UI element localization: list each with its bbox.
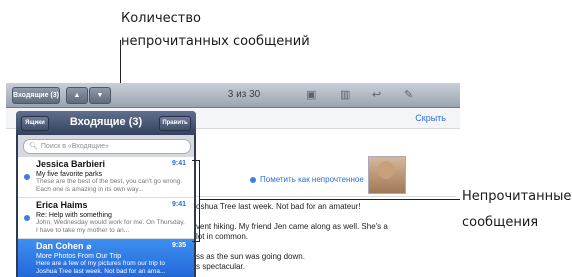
annotation-unread-messages-leader — [200, 199, 460, 200]
annotation-unread-count-line1: Количество — [121, 11, 201, 26]
message-list: Jessica Barbieri 9:41 My five favorite p… — [18, 157, 194, 277]
compose-icon[interactable]: ✎ — [404, 88, 413, 102]
toolbar: Входящие (3) ▲ ▼ 3 из 30 ▣ ▥ ↩ ✎ — [6, 83, 460, 108]
search-icon: 🔍︎ — [29, 143, 38, 150]
message-row[interactable]: Jessica Barbieri 9:41 My five favorite p… — [18, 157, 194, 198]
next-message-button[interactable]: ▼ — [89, 87, 111, 104]
popover-title: Входящие (3) — [69, 116, 143, 128]
hide-link[interactable]: Скрыть — [415, 113, 446, 123]
annotation-unread-count-line2: непрочитанных сообщений — [121, 34, 310, 49]
search-bar: 🔍︎ Поиск в «Входящие» — [18, 135, 194, 157]
unread-bracket-bottom — [192, 241, 200, 242]
message-position: 3 из 30 — [227, 89, 261, 100]
message-sender: Jessica Barbieri — [36, 159, 106, 169]
message-preview: These are the best of the best, you can'… — [36, 178, 183, 193]
annotation-unread-messages-line1: Непрочитанные — [462, 189, 572, 204]
previous-message-button[interactable]: ▲ — [66, 87, 88, 104]
reply-icon[interactable]: ↩ — [372, 88, 381, 102]
inbox-button[interactable]: Входящие (3) — [12, 87, 60, 104]
header-divider — [196, 196, 456, 197]
message-time: 9:41 — [171, 160, 186, 167]
search-input[interactable]: 🔍︎ Поиск в «Входящие» — [23, 139, 191, 154]
message-preview: Here are a few of my pictures from our t… — [36, 260, 166, 275]
message-body-line: oshua Tree last week. Not bad for an ama… — [196, 202, 361, 211]
message-row[interactable]: Erica Haims 9:41 Re: Help with something… — [18, 198, 194, 239]
paperclip-icon: ⌀ — [86, 242, 92, 251]
inbox-popover: Ящики Входящие (3) Править 🔍︎ Поиск в «Вх… — [16, 111, 196, 277]
message-body-line: ss as the sun was going down. — [196, 252, 305, 261]
unread-dot-icon — [24, 215, 30, 221]
mail-app-window: Входящие (3) ▲ ▼ 3 из 30 ▣ ▥ ↩ ✎ Скрыть … — [6, 83, 460, 277]
unread-bracket-vertical — [199, 160, 200, 242]
message-time: 9:41 — [171, 201, 186, 208]
message-row-selected[interactable]: Dan Cohen ⌀ 9:35 More Photos From Our Tri… — [18, 239, 194, 277]
message-body-line: vent hiking. My friend Jen came along as… — [196, 222, 388, 231]
search-placeholder: Поиск в «Входящие» — [40, 143, 109, 150]
message-time: 9:35 — [171, 242, 186, 249]
popover-header: Ящики Входящие (3) Править — [16, 111, 196, 135]
message-body-line: lot in common. — [196, 232, 249, 241]
mark-as-unread-link[interactable]: Пометить как непрочтенное — [250, 175, 364, 184]
unread-dot-icon — [24, 174, 30, 180]
folder-icon[interactable]: ▣ — [306, 88, 316, 102]
sender-avatar — [368, 156, 406, 194]
trash-icon[interactable]: ▥ — [340, 88, 350, 102]
mailboxes-button[interactable]: Ящики — [21, 116, 49, 131]
message-body-line: s spectacular. — [196, 262, 245, 271]
message-sender: Erica Haims — [36, 200, 88, 210]
edit-button[interactable]: Править — [159, 116, 191, 131]
message-preview: John, Wednesday would work for me. On Th… — [36, 219, 185, 234]
message-sender: Dan Cohen ⌀ — [36, 241, 92, 251]
annotation-unread-messages-line2: сообщения — [462, 215, 539, 230]
